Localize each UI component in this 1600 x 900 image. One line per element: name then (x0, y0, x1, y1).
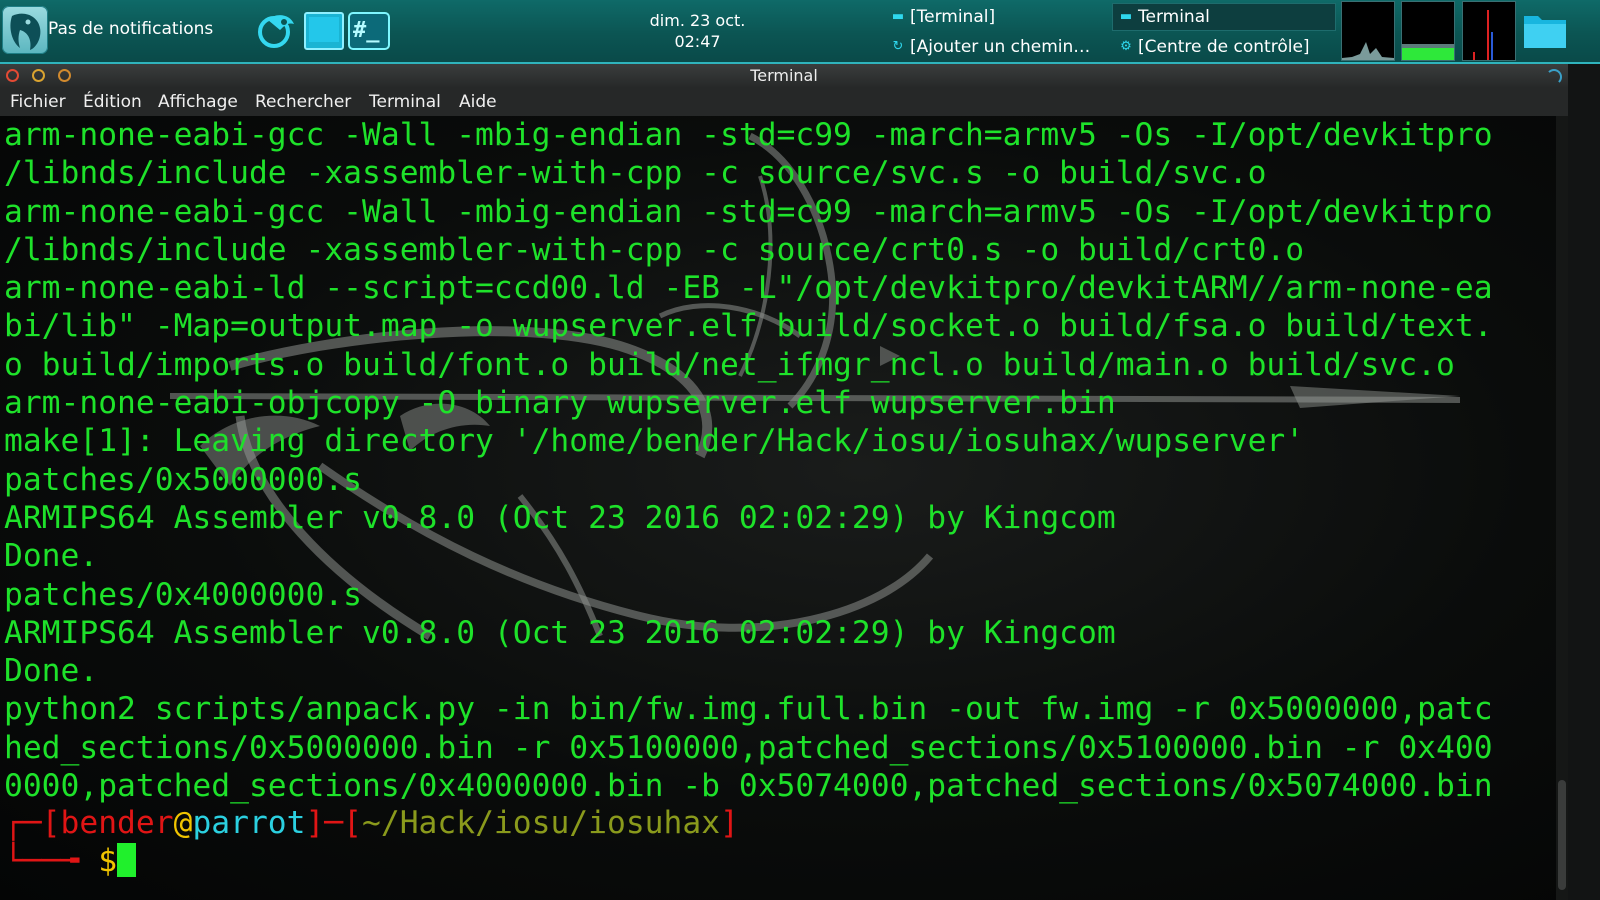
menu-fichier[interactable]: Fichier (10, 92, 66, 112)
terminal-line: arm-none-eabi-ld --script=ccd00.ld -EB -… (4, 270, 1493, 307)
desktop-edge (1568, 64, 1600, 900)
window-titlebar[interactable]: Terminal (0, 64, 1568, 88)
terminal-icon: ▬ (1119, 9, 1133, 24)
clock-date: dim. 23 oct. (649, 11, 746, 30)
maximize-icon[interactable] (58, 69, 71, 82)
terminal-launcher-icon[interactable] (304, 12, 344, 50)
terminal-line: ARMIPS64 Assembler v0.8.0 (Oct 23 2016 0… (4, 499, 1116, 536)
terminal-line: /libnds/include -xassembler-with-cpp -c … (4, 231, 1305, 268)
menu-affichage[interactable]: Affichage (158, 92, 238, 112)
taskbar-item-terminal[interactable]: ▬ [Terminal] (890, 3, 1102, 31)
terminal-line: arm-none-eabi-gcc -Wall -mbig-endian -st… (4, 117, 1493, 153)
browser-launcher-icon[interactable] (254, 12, 298, 50)
refresh-icon: ↻ (892, 39, 904, 54)
terminal-line: /libnds/include -xassembler-with-cpp -c … (4, 155, 1267, 192)
menu-rechercher[interactable]: Rechercher (255, 92, 351, 112)
terminal-scrollbar[interactable] (1556, 116, 1568, 900)
network-monitor-graph[interactable] (1462, 1, 1516, 61)
menu-bar: Fichier Édition Affichage Rechercher Ter… (0, 88, 1568, 116)
menu-terminal[interactable]: Terminal (369, 92, 441, 112)
prompt-separator: ]─[ (305, 805, 363, 841)
prompt-user: bender (60, 805, 174, 841)
notifications-label[interactable]: Pas de notifications (48, 19, 213, 39)
terminal-line: python2 scripts/anpack.py -in bin/fw.img… (4, 691, 1493, 728)
menu-edition[interactable]: Édition (83, 92, 142, 112)
terminal-line: Done. (4, 653, 99, 690)
prompt-path: ~/Hack/iosu/iosuhax (362, 805, 721, 841)
terminal-window: Terminal Fichier Édition Affichage Reche… (0, 64, 1568, 900)
prompt-bracket-close: ] (720, 805, 739, 841)
clock-time: 02:47 (674, 32, 721, 51)
top-panel: Pas de notifications #_ dim. 23 oct. 02:… (0, 0, 1600, 64)
window-menu-icon[interactable] (1546, 69, 1562, 85)
prompt-bracket: ┌─[ (4, 805, 61, 841)
cpu-monitor-graph[interactable] (1341, 1, 1395, 61)
gear-icon: ⚙ (1120, 39, 1132, 54)
terminal-line: ARMIPS64 Assembler v0.8.0 (Oct 23 2016 0… (4, 614, 1116, 651)
root-terminal-launcher-icon[interactable]: #_ (348, 12, 390, 50)
terminal-line: 0000,patched_sections/0x4000000.bin -b 0… (4, 768, 1493, 805)
memory-monitor-graph[interactable] (1401, 1, 1455, 61)
terminal-line: make[1]: Leaving directory '/home/bender… (4, 423, 1305, 460)
prompt-at: @ (173, 805, 193, 841)
terminal-line: o build/imports.o build/font.o build/net… (4, 346, 1455, 383)
terminal-line: arm-none-eabi-gcc -Wall -mbig-endian -st… (4, 193, 1493, 230)
terminal-line: patches/0x4000000.s (4, 576, 363, 613)
window-title: Terminal (750, 66, 818, 85)
shell-prompt: ┌─[bender@parrot]─[~/Hack/iosu/iosuhax] (4, 804, 739, 842)
taskbar-item-add-path[interactable]: ↻ [Ajouter un chemin… (890, 33, 1102, 61)
clock[interactable]: dim. 23 oct. 02:47 (630, 10, 765, 52)
scrollbar-thumb[interactable] (1558, 780, 1566, 890)
terminal-line: arm-none-eabi-objcopy -O binary wupserve… (4, 385, 1116, 422)
terminal-lines: arm-none-eabi-gcc -Wall -mbig-endian -st… (4, 116, 1493, 805)
terminal-line: Done. (4, 538, 99, 575)
text-cursor (117, 843, 137, 877)
menu-aide[interactable]: Aide (459, 92, 497, 112)
folder-icon[interactable] (1522, 8, 1568, 50)
parrot-logo-icon (10, 13, 41, 50)
terminal-icon: ▬ (891, 9, 905, 24)
prompt-corner: └──╼ (4, 843, 99, 879)
shell-prompt-input-line[interactable]: └──╼ $ (4, 842, 137, 880)
parrot-menu-button[interactable] (2, 6, 48, 54)
taskbar-item-control-center[interactable]: ⚙ [Centre de contrôle] (1112, 33, 1336, 61)
prompt-host: parrot (192, 805, 306, 841)
terminal-line: hed_sections/0x5000000.bin -r 0x5100000,… (4, 729, 1493, 766)
minimize-icon[interactable] (32, 69, 45, 82)
terminal-output[interactable]: arm-none-eabi-gcc -Wall -mbig-endian -st… (0, 116, 1568, 900)
terminal-line: bi/lib" -Map=output.map -o wupserver.elf… (4, 308, 1493, 345)
terminal-line: patches/0x5000000.s (4, 461, 363, 498)
taskbar-item-terminal-active[interactable]: ▬ Terminal (1112, 3, 1336, 31)
prompt-symbol: $ (98, 843, 118, 879)
close-icon[interactable] (6, 69, 19, 82)
